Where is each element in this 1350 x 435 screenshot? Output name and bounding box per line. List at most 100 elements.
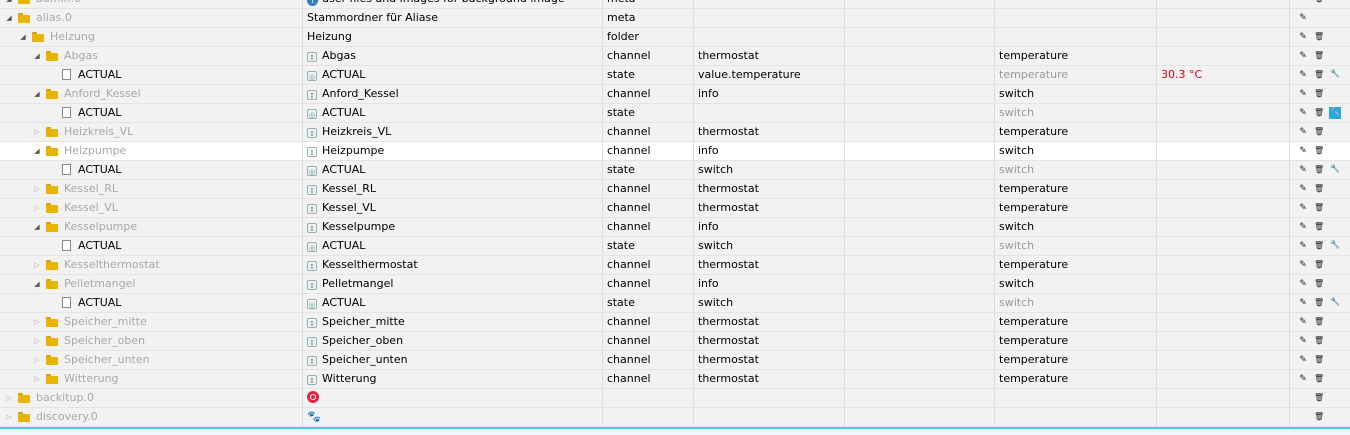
wrench-icon[interactable]: 🔧 bbox=[1329, 297, 1341, 309]
trash-icon[interactable]: 🗑 bbox=[1314, 317, 1324, 327]
trash-icon[interactable]: 🗑 bbox=[1314, 51, 1324, 61]
expand-toggle-icon[interactable]: ▷ bbox=[4, 389, 14, 407]
trash-icon[interactable]: 🗑 bbox=[1314, 355, 1324, 365]
tree-row[interactable]: ◢ admin.0 i user files and images for backg… bbox=[0, 0, 1350, 9]
collapse-toggle-icon[interactable]: ◢ bbox=[4, 9, 14, 27]
trash-icon[interactable]: 🗑 bbox=[1314, 241, 1324, 251]
name-cell: Witterung bbox=[302, 370, 602, 388]
tree-row[interactable]: ACTUALACTUALstateswitchswitch✎🗑🔧 bbox=[0, 294, 1350, 313]
trash-icon[interactable]: 🗑 bbox=[1314, 222, 1324, 232]
tree-row[interactable]: ▷ discovery.0 🐾 🗑 bbox=[0, 408, 1350, 427]
collapse-toggle-icon[interactable]: ◢ bbox=[32, 85, 42, 103]
trash-icon[interactable]: 🗑 bbox=[1314, 412, 1324, 422]
object-name: Heizkreis_VL bbox=[322, 125, 392, 138]
expand-toggle-icon[interactable]: ▷ bbox=[32, 123, 42, 141]
tree-row[interactable]: ACTUALACTUALstateswitchswitch✎🗑🔧 bbox=[0, 237, 1350, 256]
pencil-icon[interactable]: ✎ bbox=[1298, 355, 1308, 365]
collapse-toggle-icon[interactable]: ◢ bbox=[18, 28, 28, 46]
trash-icon[interactable]: 🗑 bbox=[1314, 203, 1324, 213]
tree-row[interactable]: ◢ Abgas Abgas channelthermostat temperature ✎… bbox=[0, 47, 1350, 66]
expand-toggle-icon[interactable]: ▷ bbox=[32, 199, 42, 217]
room-cell bbox=[844, 237, 994, 255]
pencil-icon[interactable]: ✎ bbox=[1298, 0, 1308, 4]
trash-icon[interactable]: 🗑 bbox=[1314, 127, 1324, 137]
wrench-icon[interactable]: 🔧 bbox=[1329, 240, 1341, 252]
pencil-icon[interactable]: ✎ bbox=[1298, 184, 1308, 194]
trash-icon[interactable]: 🗑 bbox=[1314, 279, 1324, 289]
tree-row[interactable]: ACTUALACTUALstateswitchswitch✎🗑🔧 bbox=[0, 161, 1350, 180]
state-doc-icon bbox=[62, 164, 71, 175]
expand-toggle-icon[interactable]: ▷ bbox=[32, 256, 42, 274]
pencil-icon[interactable]: ✎ bbox=[1298, 51, 1308, 61]
collapse-toggle-icon[interactable]: ◢ bbox=[32, 218, 42, 236]
pencil-icon[interactable]: ✎ bbox=[1298, 165, 1308, 175]
collapse-toggle-icon[interactable]: ◢ bbox=[32, 47, 42, 65]
trash-icon[interactable]: 🗑 bbox=[1314, 0, 1324, 4]
wrench-icon[interactable]: 🔧 bbox=[1329, 164, 1341, 176]
expand-toggle-icon[interactable]: ▷ bbox=[32, 370, 42, 388]
trash-icon[interactable]: 🗑 bbox=[1314, 336, 1324, 346]
tree-row[interactable]: ▷ Kessel_RL Kessel_RL channelthermostat temp… bbox=[0, 180, 1350, 199]
trash-icon[interactable]: 🗑 bbox=[1314, 70, 1324, 80]
pencil-icon[interactable]: ✎ bbox=[1298, 13, 1308, 23]
trash-icon[interactable]: 🗑 bbox=[1314, 184, 1324, 194]
trash-icon[interactable]: 🗑 bbox=[1314, 89, 1324, 99]
trash-icon[interactable]: 🗑 bbox=[1314, 374, 1324, 384]
expand-toggle-icon[interactable]: ▷ bbox=[4, 408, 14, 426]
pencil-icon[interactable]: ✎ bbox=[1298, 146, 1308, 156]
pencil-icon[interactable]: ✎ bbox=[1298, 222, 1308, 232]
trash-icon[interactable]: 🗑 bbox=[1314, 32, 1324, 42]
role-cell: thermostat bbox=[693, 180, 844, 198]
type-cell: channel bbox=[602, 142, 693, 160]
collapse-toggle-icon[interactable]: ◢ bbox=[32, 142, 42, 160]
pencil-icon[interactable]: ✎ bbox=[1298, 374, 1308, 384]
room-cell bbox=[844, 47, 994, 65]
tree-row[interactable]: ▷ Speicher_oben Speicher_oben channelthermo… bbox=[0, 332, 1350, 351]
pencil-icon[interactable]: ✎ bbox=[1298, 298, 1308, 308]
pencil-icon[interactable]: ✎ bbox=[1298, 70, 1308, 80]
tree-row[interactable]: ACTUAL ACTUAL statevalue.temperature temper… bbox=[0, 66, 1350, 85]
wrench-icon[interactable]: 🔧 bbox=[1329, 107, 1341, 119]
tree-row[interactable]: ▷ Speicher_unten Speicher_unten channelther… bbox=[0, 351, 1350, 370]
type-cell: channel bbox=[602, 47, 693, 65]
tree-row[interactable]: ◢ Pelletmangel Pelletmangel channelinfo swit… bbox=[0, 275, 1350, 294]
trash-icon[interactable]: 🗑 bbox=[1314, 146, 1324, 156]
channel-icon bbox=[307, 185, 317, 195]
tree-row[interactable]: ▷ Heizkreis_VL Heizkreis_VL channelthermost… bbox=[0, 123, 1350, 142]
expand-toggle-icon[interactable]: ▷ bbox=[32, 351, 42, 369]
tree-row[interactable]: ◢ Kesselpumpe Kesselpumpe channelinfo switch… bbox=[0, 218, 1350, 237]
tree-row[interactable]: ◢ Anford_Kessel Anford_Kessel channelinfo sw… bbox=[0, 85, 1350, 104]
expand-toggle-icon[interactable]: ▷ bbox=[32, 332, 42, 350]
pencil-icon[interactable]: ✎ bbox=[1298, 108, 1308, 118]
pencil-icon[interactable]: ✎ bbox=[1298, 89, 1308, 99]
trash-icon[interactable]: 🗑 bbox=[1314, 260, 1324, 270]
trash-icon[interactable]: 🗑 bbox=[1314, 165, 1324, 175]
tree-row[interactable]: ACTUAL ACTUAL state switch ✎ 🗑 🔧 bbox=[0, 104, 1350, 123]
trash-icon[interactable]: 🗑 bbox=[1314, 298, 1324, 308]
pencil-icon[interactable]: ✎ bbox=[1298, 317, 1308, 327]
pencil-icon[interactable]: ✎ bbox=[1298, 127, 1308, 137]
tree-row[interactable]: ▷ Speicher_mitte Speicher_mitte channelther… bbox=[0, 313, 1350, 332]
trash-icon[interactable]: 🗑 bbox=[1314, 393, 1324, 403]
expand-toggle-icon[interactable]: ▷ bbox=[32, 313, 42, 331]
tree-row[interactable]: ◢ Heizung Heizung folder ✎ 🗑 bbox=[0, 28, 1350, 47]
pencil-icon[interactable]: ✎ bbox=[1298, 203, 1308, 213]
collapse-toggle-icon[interactable]: ◢ bbox=[4, 0, 14, 8]
pencil-icon[interactable]: ✎ bbox=[1298, 336, 1308, 346]
collapse-toggle-icon[interactable]: ◢ bbox=[32, 275, 42, 293]
actions-cell: 🗑 bbox=[1289, 408, 1350, 426]
pencil-icon[interactable]: ✎ bbox=[1298, 241, 1308, 251]
object-id: discovery.0 bbox=[36, 410, 98, 423]
tree-row[interactable]: ▷ backitup.0 🗑 bbox=[0, 389, 1350, 408]
tree-row[interactable]: ◢HeizpumpeHeizpumpechannelinfoswitch✎🗑 bbox=[0, 142, 1350, 161]
trash-icon[interactable]: 🗑 bbox=[1314, 108, 1324, 118]
tree-row[interactable]: ▷ Kesselthermostat Kesselthermostat channel… bbox=[0, 256, 1350, 275]
tree-row[interactable]: ▷ Kessel_VL Kessel_VL channelthermostat temp… bbox=[0, 199, 1350, 218]
tree-row[interactable]: ◢ alias.0 Stammordner für Aliase meta ✎ bbox=[0, 9, 1350, 28]
pencil-icon[interactable]: ✎ bbox=[1298, 32, 1308, 42]
wrench-icon[interactable]: 🔧 bbox=[1329, 69, 1341, 81]
tree-row[interactable]: ▷ Witterung Witterung channelthermostat temp… bbox=[0, 370, 1350, 389]
expand-toggle-icon[interactable]: ▷ bbox=[32, 180, 42, 198]
pencil-icon[interactable]: ✎ bbox=[1298, 260, 1308, 270]
pencil-icon[interactable]: ✎ bbox=[1298, 279, 1308, 289]
